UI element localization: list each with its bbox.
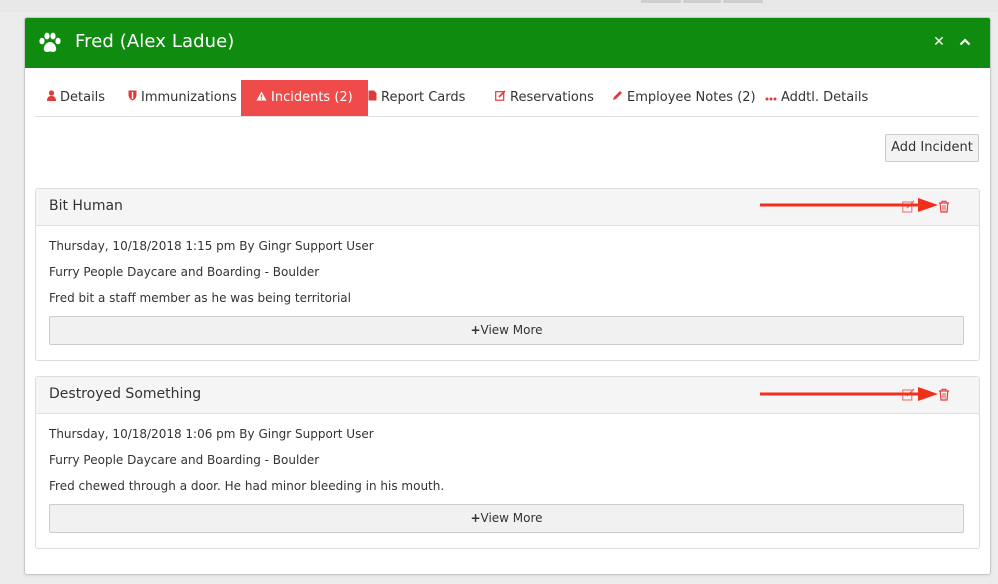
tab-label: Immunizations: [141, 90, 237, 105]
pencil-icon: [612, 80, 623, 116]
modal-title: Fred (Alex Ladue): [75, 31, 235, 52]
background-toolbar-button: [683, 0, 721, 3]
trash-icon[interactable]: [938, 200, 950, 213]
background-toolbar-button: [641, 0, 681, 3]
annotation-arrow: [760, 198, 938, 212]
shield-icon: [128, 80, 137, 116]
trash-icon[interactable]: [938, 388, 950, 401]
file-icon: [368, 80, 377, 116]
warning-icon: [256, 80, 267, 116]
background-toolbar-button: [723, 0, 763, 3]
ellipsis-icon: [765, 80, 777, 116]
tab-label: Employee Notes (2): [627, 90, 756, 105]
tab-label: Incidents (2): [271, 90, 353, 105]
pet-profile-modal: Fred (Alex Ladue) ✕ Details Immunization…: [24, 17, 991, 575]
tab-reservations[interactable]: Reservations: [495, 80, 594, 116]
modal-header: Fred (Alex Ladue) ✕: [25, 18, 990, 68]
incident-panel: Bit Human Thursday, 10/18/2018 1:15 pm B…: [35, 188, 980, 361]
incident-meta: Thursday, 10/18/2018 1:15 pm By Gingr Su…: [49, 239, 374, 253]
tab-immunizations[interactable]: Immunizations: [128, 80, 237, 116]
background-toolbar-strip: [0, 0, 998, 12]
paw-icon: [39, 32, 61, 52]
view-more-label: View More: [480, 511, 543, 525]
chevron-up-icon[interactable]: [955, 31, 975, 53]
tab-label: Report Cards: [381, 90, 466, 105]
incident-description: Fred bit a staff member as he was being …: [49, 291, 351, 305]
incident-description: Fred chewed through a door. He had minor…: [49, 479, 445, 493]
edit-icon: [495, 80, 506, 116]
tab-incidents[interactable]: Incidents (2): [241, 80, 368, 116]
incident-title: Bit Human: [49, 198, 123, 214]
tab-label: Reservations: [510, 90, 594, 105]
profile-tabs: Details Immunizations Incidents (2) Repo…: [35, 80, 978, 117]
incident-location: Furry People Daycare and Boarding - Boul…: [49, 265, 320, 279]
view-more-label: View More: [480, 323, 543, 337]
incident-title: Destroyed Something: [49, 386, 202, 402]
add-incident-button[interactable]: Add Incident: [885, 134, 979, 162]
tab-addtl-details[interactable]: Addtl. Details: [765, 80, 868, 116]
incident-panel: Destroyed Something Thursday, 10/18/2018…: [35, 376, 980, 549]
tab-report-cards[interactable]: Report Cards: [368, 80, 465, 116]
plus-icon: +: [470, 511, 481, 525]
plus-icon: +: [470, 323, 481, 337]
user-icon: [47, 80, 56, 116]
view-more-button[interactable]: +View More: [49, 316, 964, 345]
incident-location: Furry People Daycare and Boarding - Boul…: [49, 453, 320, 467]
annotation-arrow: [760, 387, 938, 401]
tab-label: Details: [60, 90, 106, 105]
tab-label: Addtl. Details: [781, 90, 869, 105]
tab-employee-notes[interactable]: Employee Notes (2): [612, 80, 756, 116]
close-icon[interactable]: ✕: [929, 31, 949, 53]
incident-meta: Thursday, 10/18/2018 1:06 pm By Gingr Su…: [49, 427, 374, 441]
tab-details[interactable]: Details: [47, 80, 105, 116]
view-more-button[interactable]: +View More: [49, 504, 964, 533]
